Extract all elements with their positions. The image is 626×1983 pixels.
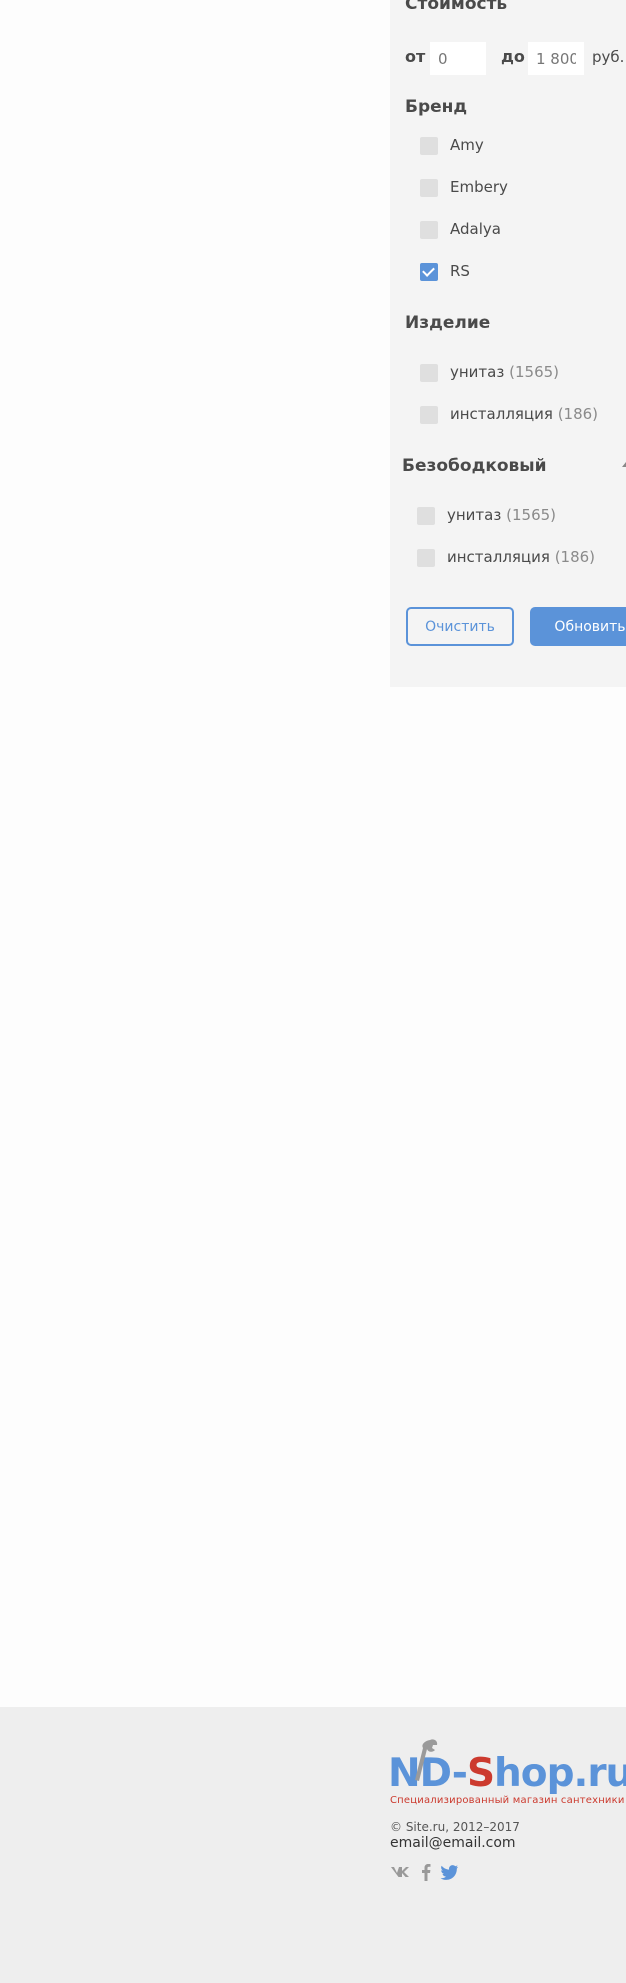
option-count: (186) <box>557 405 599 423</box>
twitter-icon[interactable] <box>440 1862 458 1882</box>
wrench-icon <box>415 1739 438 1781</box>
option-count: (1565) <box>509 363 560 381</box>
brand-checkbox-rs[interactable] <box>420 263 438 281</box>
email-link[interactable]: email@email.com <box>390 1835 516 1851</box>
update-button[interactable]: Обновить <box>530 607 626 646</box>
product-checkbox-installation[interactable] <box>420 406 438 424</box>
price-unit: руб. <box>592 48 625 66</box>
rimless-option-toilet[interactable]: унитаз (1565) <box>447 506 556 524</box>
brand-label-adalya[interactable]: Adalya <box>450 220 501 238</box>
brand-checkbox-amy[interactable] <box>420 137 438 155</box>
option-label: унитаз <box>450 363 505 381</box>
brand-label-rs[interactable]: RS <box>450 262 470 280</box>
brand-checkbox-embery[interactable] <box>420 179 438 197</box>
option-label: унитаз <box>447 506 502 524</box>
price-to-input[interactable] <box>528 42 584 75</box>
product-option-installation[interactable]: инсталляция (186) <box>450 405 598 423</box>
brand-checkbox-adalya[interactable] <box>420 221 438 239</box>
price-heading: Стоимость <box>405 0 508 14</box>
product-heading: Изделие <box>405 313 491 333</box>
rimless-checkbox-installation[interactable] <box>417 549 435 567</box>
facebook-icon[interactable] <box>419 1862 433 1882</box>
rimless-option-installation[interactable]: инсталляция (186) <box>447 548 595 566</box>
option-count: (1565) <box>506 506 557 524</box>
option-count: (186) <box>554 548 596 566</box>
rimless-checkbox-toilet[interactable] <box>417 507 435 525</box>
brand-label-embery[interactable]: Embery <box>450 178 508 196</box>
price-to-label: до <box>501 47 525 66</box>
vk-icon[interactable] <box>390 1862 410 1882</box>
option-label: инсталляция <box>450 405 553 423</box>
logo-text-hop: hop.ru <box>494 1751 626 1796</box>
product-checkbox-toilet[interactable] <box>420 364 438 382</box>
option-label: инсталляция <box>447 548 550 566</box>
price-from-input[interactable] <box>430 42 486 75</box>
copyright: © Site.ru, 2012–2017 <box>390 1820 520 1834</box>
rimless-heading[interactable]: Безободковый <box>402 456 547 476</box>
collapse-caret-icon[interactable] <box>622 462 626 467</box>
brand-label-amy[interactable]: Amy <box>450 136 484 154</box>
logo-text-s: S <box>466 1751 495 1796</box>
footer: ND-Shop.ru Специализированный магазин са… <box>0 1707 626 1983</box>
footer-tagline: Специализированный магазин сантехники <box>390 1795 625 1806</box>
clear-button[interactable]: Очистить <box>406 607 514 646</box>
product-option-toilet[interactable]: унитаз (1565) <box>450 363 559 381</box>
price-from-label: от <box>405 47 426 66</box>
filter-panel: Стоимость от до руб. Бренд Amy Embery Ad… <box>390 0 626 687</box>
brand-heading: Бренд <box>405 97 468 117</box>
